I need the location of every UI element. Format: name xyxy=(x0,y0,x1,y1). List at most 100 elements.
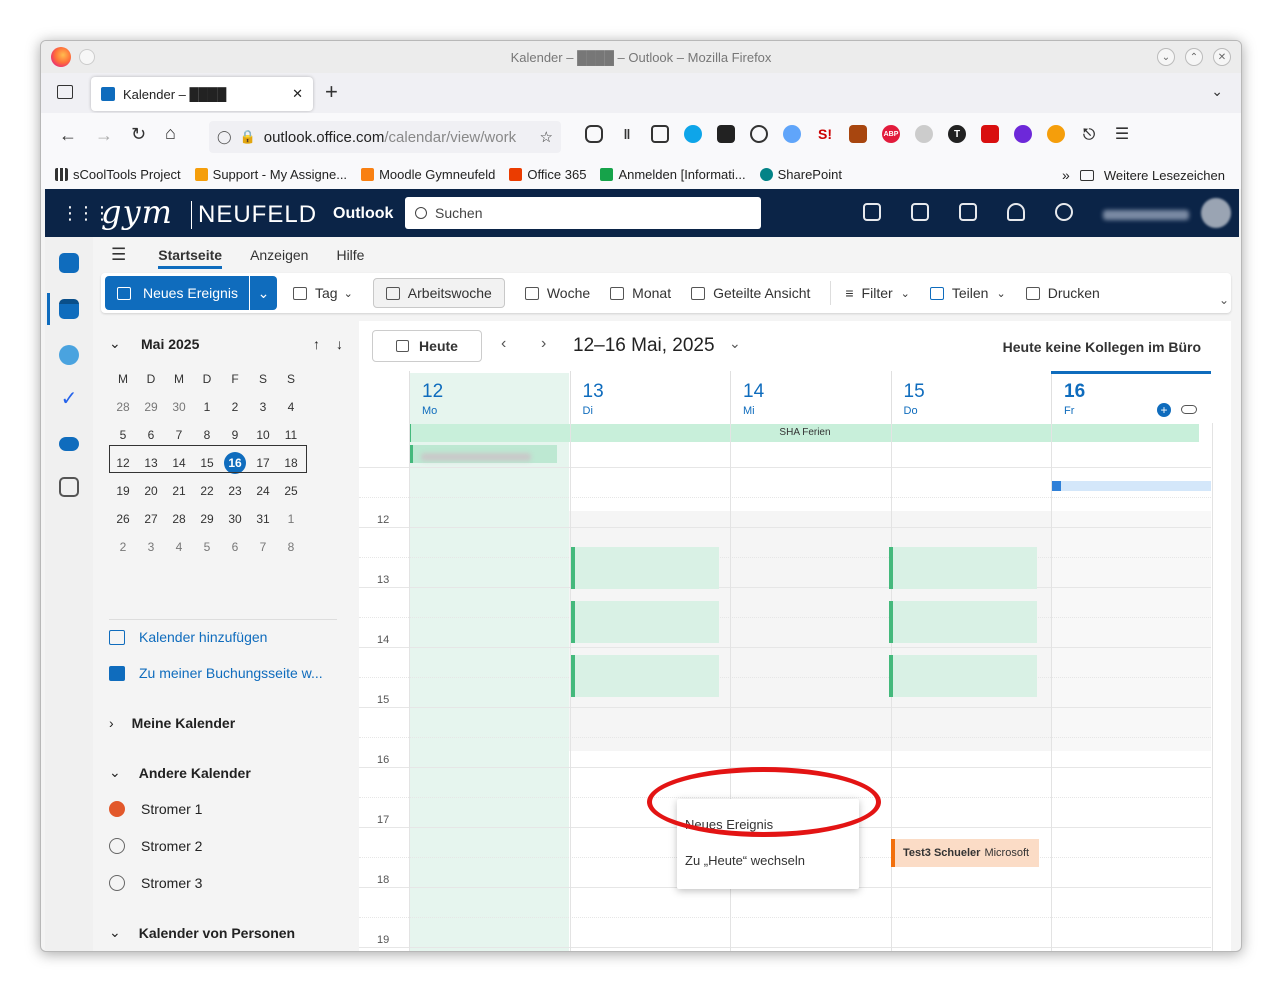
pocket-icon[interactable] xyxy=(585,125,603,143)
lock-icon[interactable]: 🔒 xyxy=(240,129,256,145)
next-month-icon[interactable]: ↓ xyxy=(336,336,343,352)
mini-calendar-day[interactable]: 9 xyxy=(221,428,249,442)
new-tab-icon[interactable]: + xyxy=(325,79,338,105)
fox-extension-icon[interactable] xyxy=(1047,125,1065,143)
event-tue-1[interactable] xyxy=(571,547,719,589)
mini-calendar-day[interactable]: 7 xyxy=(165,428,193,442)
mini-calendar-day[interactable]: 10 xyxy=(249,428,277,442)
mini-calendar-day[interactable]: 19 xyxy=(109,484,137,498)
calendar-item-stromer-3[interactable]: Stromer 3 xyxy=(109,875,202,891)
filter-button[interactable]: ≡ Filter ⌄ xyxy=(845,285,910,301)
day-header-do[interactable]: 15 Do xyxy=(890,371,1051,423)
mini-calendar-day[interactable]: 6 xyxy=(221,540,249,554)
minimize-icon[interactable]: ⌄ xyxy=(1157,48,1175,66)
event-tue-2[interactable] xyxy=(571,601,719,643)
mini-calendar-day[interactable]: 28 xyxy=(109,400,137,414)
calendar-unchecked-icon[interactable] xyxy=(109,838,125,854)
mini-calendar-day[interactable]: 1 xyxy=(193,400,221,414)
reload-icon[interactable]: ↻ xyxy=(131,124,146,145)
todo-icon[interactable] xyxy=(959,203,977,221)
view-week-button[interactable]: Woche xyxy=(524,285,590,301)
mini-calendar-day[interactable]: 23 xyxy=(221,484,249,498)
back-icon[interactable]: ← xyxy=(59,125,77,146)
mini-calendar-day[interactable]: 28 xyxy=(165,512,193,526)
event-thu-3[interactable] xyxy=(889,655,1037,697)
mini-calendar-month[interactable]: Mai 2025 xyxy=(141,336,199,352)
gear-icon[interactable] xyxy=(1055,203,1073,221)
titlebar-menu-dot[interactable] xyxy=(79,49,95,65)
mini-calendar-day[interactable]: 21 xyxy=(165,484,193,498)
allday-event-sha-ferien[interactable]: SHA Ferien xyxy=(409,424,1199,442)
home-icon[interactable]: ⌂ xyxy=(165,123,176,144)
people-icon[interactable] xyxy=(59,345,79,365)
sidebar-icon[interactable] xyxy=(651,125,669,143)
weather-cloud-icon[interactable] xyxy=(1181,405,1197,414)
adblock-icon[interactable]: ABP xyxy=(882,125,900,143)
tab-overview-icon[interactable] xyxy=(57,85,73,99)
library-icon[interactable]: ‖ xyxy=(618,125,636,143)
tab-anzeigen[interactable]: Anzeigen xyxy=(250,247,308,263)
grid-extension-icon[interactable] xyxy=(849,125,867,143)
onenote-icon[interactable] xyxy=(911,203,929,221)
other-calendars-section[interactable]: ⌄ Andere Kalender xyxy=(109,764,251,781)
allday-event-blurred[interactable] xyxy=(409,445,557,463)
context-go-today[interactable]: Zu „Heute“ wechseln xyxy=(685,853,805,868)
mini-calendar-day[interactable]: 22 xyxy=(193,484,221,498)
bookmark-star-icon[interactable]: ☆ xyxy=(540,128,553,146)
calendar-checked-icon[interactable] xyxy=(109,801,125,817)
calendar-icon[interactable] xyxy=(59,299,79,319)
more-bookmarks-label[interactable]: Weitere Lesezeichen xyxy=(1104,168,1225,183)
today-button[interactable]: Heute xyxy=(372,330,482,362)
event-thu-2[interactable] xyxy=(889,601,1037,643)
day-header-fr[interactable]: 16 Fr xyxy=(1051,371,1211,423)
new-event-dropdown[interactable]: ⌄ xyxy=(249,276,277,310)
forward-icon[interactable]: → xyxy=(95,125,113,146)
ribbon-expand-icon[interactable]: ⌄ xyxy=(1219,293,1229,307)
share-button[interactable]: Teilen ⌄ xyxy=(929,285,1006,301)
prev-month-icon[interactable]: ↑ xyxy=(313,336,320,352)
day-header-mi[interactable]: 14 Mi xyxy=(730,371,890,423)
prev-week-icon[interactable]: ‹ xyxy=(501,335,506,353)
todo-check-icon[interactable]: ✓ xyxy=(59,389,79,409)
mini-calendar-day[interactable]: 30 xyxy=(165,400,193,414)
bookmark-anmelden[interactable]: Anmelden [Informati... xyxy=(600,167,746,182)
mini-calendar-day[interactable]: 25 xyxy=(277,484,305,498)
event-tue-3[interactable] xyxy=(571,655,719,697)
shared-view-button[interactable]: Geteilte Ansicht xyxy=(691,285,810,301)
mini-calendar-day[interactable]: 24 xyxy=(249,484,277,498)
apps-icon[interactable] xyxy=(59,477,79,497)
next-week-icon[interactable]: › xyxy=(541,335,546,353)
calendar-item-stromer-1[interactable]: Stromer 1 xyxy=(109,801,202,817)
add-event-plus-icon[interactable]: + xyxy=(1157,403,1171,417)
search-box[interactable]: Suchen xyxy=(405,197,761,229)
view-month-button[interactable]: Monat xyxy=(610,285,671,301)
new-event-button[interactable]: Neues Ereignis ⌄ xyxy=(105,276,277,310)
mini-calendar-day[interactable]: 4 xyxy=(277,400,305,414)
day-header-mo[interactable]: 12 Mo xyxy=(409,371,569,423)
shield-icon[interactable]: ◯ xyxy=(217,129,232,145)
mini-calendar-day[interactable]: 29 xyxy=(137,400,165,414)
key-extension-icon[interactable] xyxy=(750,125,768,143)
search-input[interactable]: Suchen xyxy=(435,205,482,221)
day-header-di[interactable]: 13 Di xyxy=(569,371,730,423)
mini-calendar-day[interactable]: 20 xyxy=(137,484,165,498)
sync-extension-icon[interactable] xyxy=(684,125,702,143)
mini-calendar-day[interactable]: 4 xyxy=(165,540,193,554)
onedrive-icon[interactable] xyxy=(59,437,79,451)
people-calendars-section[interactable]: ⌄ Kalender von Personen xyxy=(109,924,295,941)
event-thu-1[interactable] xyxy=(889,547,1037,589)
bookmark-moodle[interactable]: Moodle Gymneufeld xyxy=(361,167,495,182)
print-button[interactable]: Drucken xyxy=(1025,285,1100,301)
bookmark-scooltools[interactable]: sCoolTools Project xyxy=(55,167,181,182)
app-title[interactable]: Outlook xyxy=(333,205,393,223)
mail-icon[interactable] xyxy=(59,253,79,273)
pen-extension-icon[interactable] xyxy=(981,125,999,143)
account-name[interactable] xyxy=(1103,208,1189,223)
booking-page-link[interactable]: Zu meiner Buchungsseite w... xyxy=(109,665,323,681)
mini-calendar-day[interactable]: 29 xyxy=(193,512,221,526)
t-extension-icon[interactable]: T xyxy=(948,125,966,143)
my-calendars-section[interactable]: › Meine Kalender xyxy=(109,715,235,731)
mini-calendar-day[interactable]: 2 xyxy=(109,540,137,554)
view-day-button[interactable]: Tag ⌄ xyxy=(293,285,353,301)
menu-hamburger-icon[interactable]: ☰ xyxy=(1113,125,1131,143)
